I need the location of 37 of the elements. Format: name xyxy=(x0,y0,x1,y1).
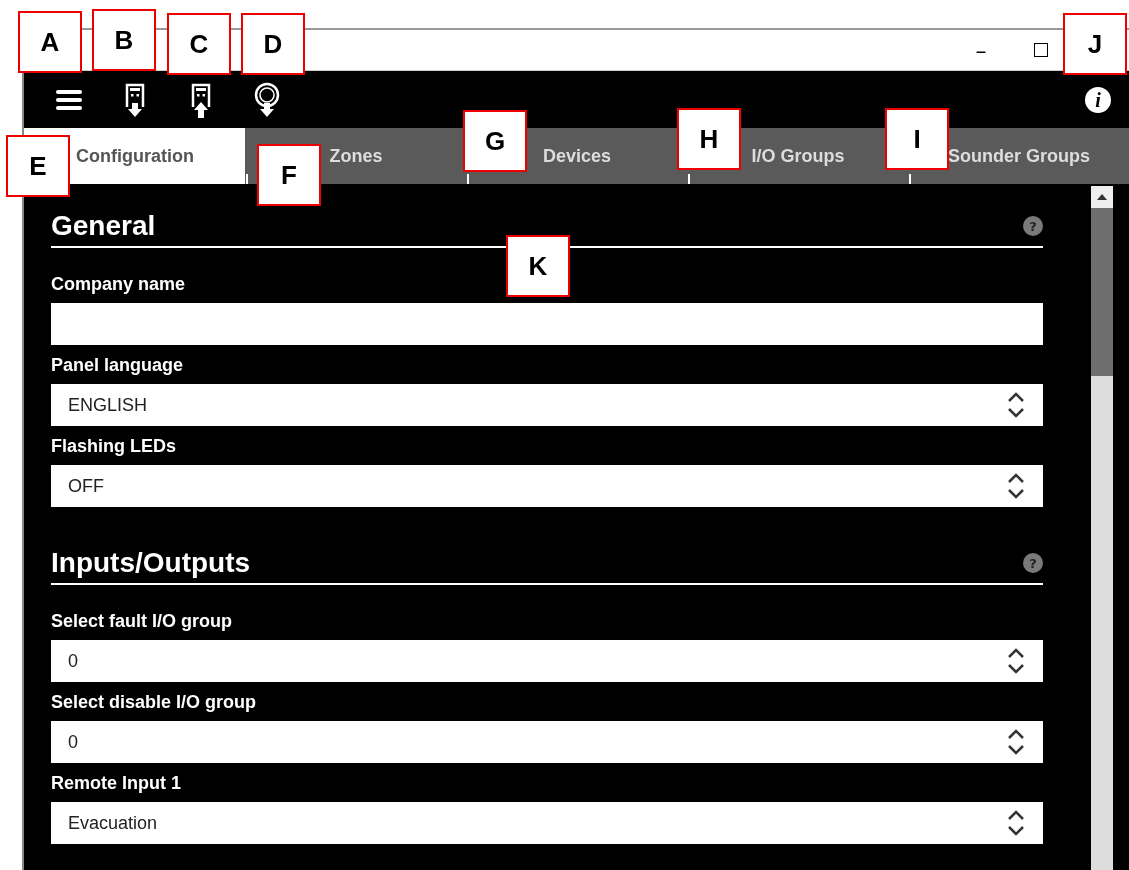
section-heading: Inputs/Outputs xyxy=(51,547,251,579)
field-label: Select fault I/O group xyxy=(51,611,234,632)
scrollbar[interactable] xyxy=(1091,186,1113,870)
up-down-chevron-icon xyxy=(1007,727,1025,757)
callout-tooltip: D xyxy=(241,13,305,75)
up-down-chevron-icon xyxy=(1007,390,1025,420)
dropdown[interactable]: 0 xyxy=(51,640,1043,682)
callout-tooltip: K xyxy=(506,235,570,297)
callout-tooltip: F xyxy=(257,144,321,206)
up-down-chevron-icon xyxy=(1007,471,1025,501)
callout-tooltip: A xyxy=(18,11,82,73)
dropdown[interactable]: ENGLISH xyxy=(51,384,1043,426)
callout-tooltip: E xyxy=(6,135,70,197)
callout-tooltip: C xyxy=(167,13,231,75)
field-label: Select disable I/O group xyxy=(51,692,258,713)
callout-tooltip: B xyxy=(92,9,156,71)
text-input[interactable] xyxy=(51,303,1043,345)
callout-tooltip: H xyxy=(677,108,741,170)
dropdown[interactable]: Evacuation xyxy=(51,802,1043,844)
scroll-thumb[interactable] xyxy=(1091,208,1113,376)
field-label: Panel language xyxy=(51,355,185,376)
help-button[interactable]: ? xyxy=(1023,216,1043,236)
callout-tooltip: J xyxy=(1063,13,1127,75)
section-heading: General xyxy=(51,210,156,242)
dropdown[interactable]: 0 xyxy=(51,721,1043,763)
field-label: Company name xyxy=(51,274,187,295)
field-label: Flashing LEDs xyxy=(51,436,177,457)
up-down-chevron-icon xyxy=(1007,646,1025,676)
help-button[interactable]: ? xyxy=(1023,553,1043,573)
callout-tooltip: G xyxy=(463,110,527,172)
circle-download-icon[interactable] xyxy=(252,80,282,119)
up-down-chevron-icon xyxy=(1007,808,1025,838)
callout-tooltip: I xyxy=(885,108,949,170)
field-label: Remote Input 1 xyxy=(51,773,182,794)
minimize-button[interactable]: – xyxy=(963,35,999,65)
info-button[interactable]: i xyxy=(1085,86,1111,113)
dropdown[interactable]: OFF xyxy=(51,465,1043,507)
